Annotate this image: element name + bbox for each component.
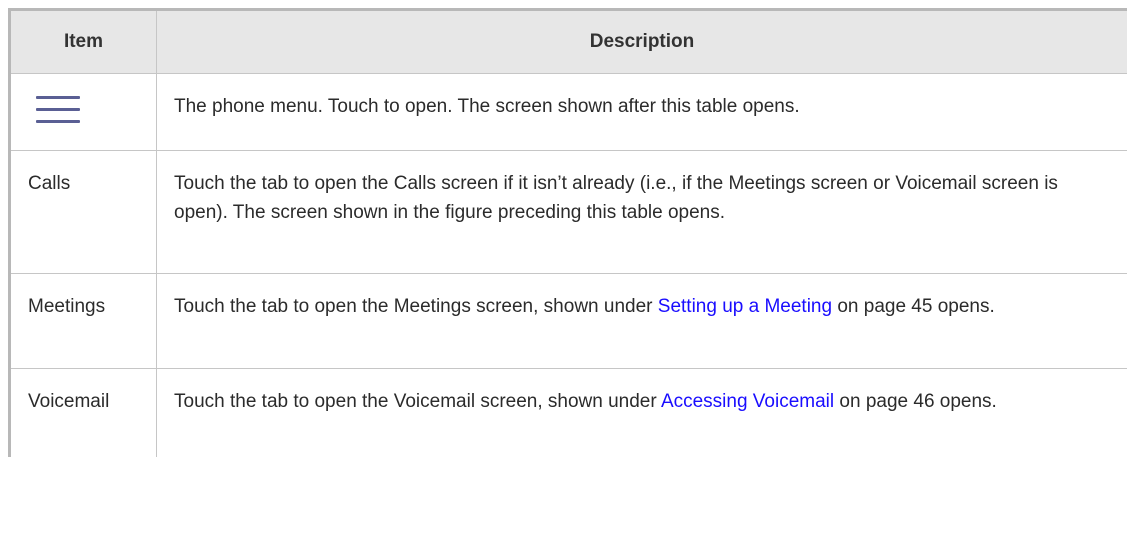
description-text: on page 46 opens. xyxy=(834,391,997,412)
table-row: Voicemail Touch the tab to open the Voic… xyxy=(8,368,1127,457)
hamburger-menu-icon xyxy=(36,96,80,123)
item-cell: Calls xyxy=(8,150,157,274)
setting-up-a-meeting-link[interactable]: Setting up a Meeting xyxy=(658,296,832,317)
item-cell: Voicemail xyxy=(8,368,157,457)
table-row: Meetings Touch the tab to open the Meeti… xyxy=(8,273,1127,369)
item-cell: Meetings xyxy=(8,273,157,369)
header-description: Description xyxy=(156,8,1127,74)
description-text: Touch the tab to open the Meetings scree… xyxy=(174,296,658,317)
item-cell xyxy=(8,73,157,151)
description-cell: Touch the tab to open the Meetings scree… xyxy=(156,273,1127,369)
description-text: on page 45 opens. xyxy=(832,296,995,317)
header-item: Item xyxy=(8,8,157,74)
description-text: Touch the tab to open the Voicemail scre… xyxy=(174,391,661,412)
description-cell: The phone menu. Touch to open. The scree… xyxy=(156,73,1127,151)
table-row: The phone menu. Touch to open. The scree… xyxy=(8,73,1127,151)
description-cell: Touch the tab to open the Voicemail scre… xyxy=(156,368,1127,457)
table-header-row: Item Description xyxy=(8,8,1127,74)
description-cell: Touch the tab to open the Calls screen i… xyxy=(156,150,1127,274)
description-table: Item Description The phone menu. Touch t… xyxy=(8,8,1127,457)
accessing-voicemail-link[interactable]: Accessing Voicemail xyxy=(661,391,834,412)
table-row: Calls Touch the tab to open the Calls sc… xyxy=(8,150,1127,274)
